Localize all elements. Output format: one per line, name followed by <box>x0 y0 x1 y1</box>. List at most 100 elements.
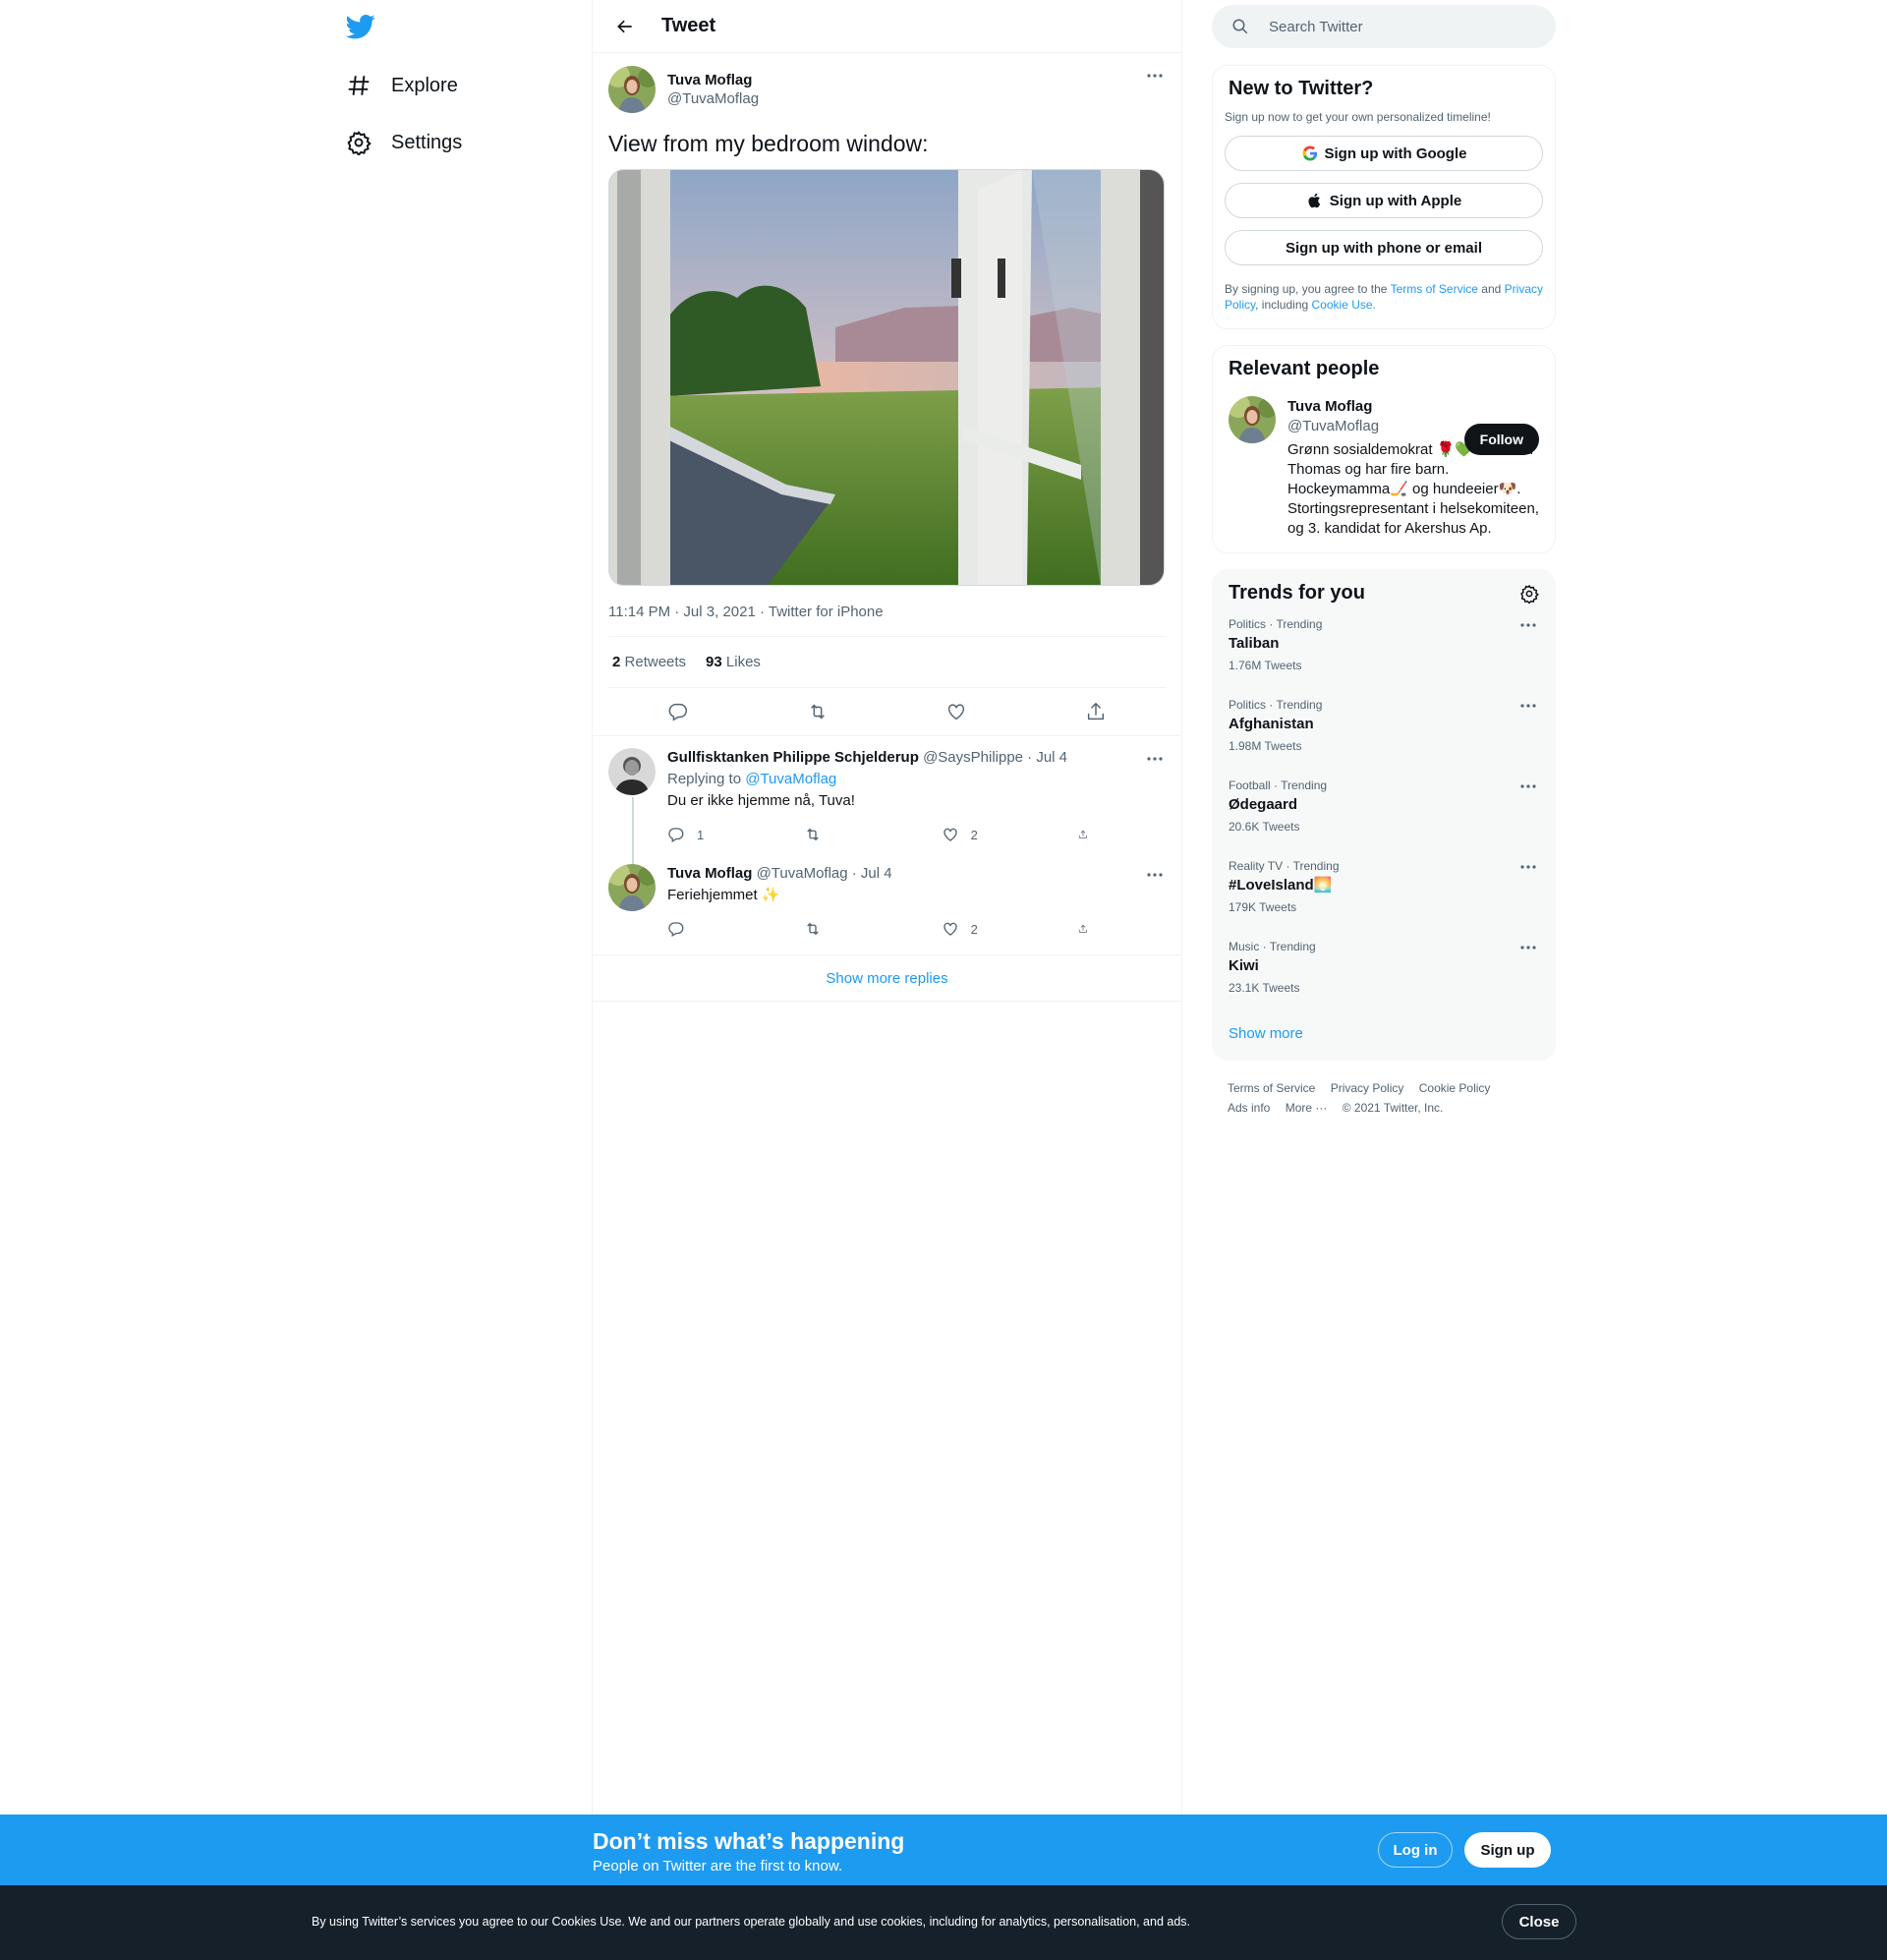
more-options-icon[interactable] <box>1144 748 1166 770</box>
gear-icon[interactable] <box>1519 584 1539 604</box>
cookie-banner-text: By using Twitter’s services you agree to… <box>312 1915 1191 1929</box>
reply-tweet[interactable]: Tuva Moflag @TuvaMoflag · Jul 4 Feriehje… <box>593 850 1181 945</box>
avatar[interactable] <box>608 864 656 911</box>
author-name[interactable]: Tuva Moflag <box>667 72 759 88</box>
reply-icon <box>668 922 684 937</box>
avatar[interactable] <box>608 66 656 113</box>
reply-author-name[interactable]: Tuva Moflag <box>667 865 752 882</box>
trend-name: Kiwi <box>1229 957 1259 974</box>
likes-stat[interactable]: 93 Likes <box>706 654 761 670</box>
retweet-button[interactable] <box>804 826 883 843</box>
signup-google-button[interactable]: Sign up with Google <box>1225 136 1543 171</box>
close-button[interactable]: Close <box>1502 1904 1576 1939</box>
trend-count: 23.1K Tweets <box>1229 981 1300 995</box>
share-icon <box>1079 924 1087 933</box>
footer-privacy-link[interactable]: Privacy Policy <box>1331 1081 1404 1095</box>
tweet-meta: 11:14 PM · Jul 3, 2021 · Twitter for iPh… <box>608 604 1166 637</box>
signup-legal-text: By signing up, you agree to the Terms of… <box>1213 265 1555 328</box>
more-options-icon[interactable] <box>1519 945 1537 951</box>
trend-item[interactable]: Music · Trending Kiwi 23.1K Tweets <box>1213 927 1555 1008</box>
relevant-person[interactable]: Tuva Moflag @TuvaMoflag Grønn sosialdemo… <box>1213 380 1555 552</box>
footer-links: Terms of Service Privacy Policy Cookie P… <box>1212 1061 1556 1118</box>
trend-category: Politics · Trending <box>1229 698 1323 712</box>
trend-name: Afghanistan <box>1229 716 1314 732</box>
trend-item[interactable]: Politics · Trending Taliban 1.76M Tweets <box>1213 605 1555 685</box>
retweets-stat[interactable]: 2 Retweets <box>612 654 686 670</box>
retweet-icon <box>807 922 820 936</box>
more-options-icon[interactable] <box>1144 864 1166 886</box>
search-input[interactable]: Search Twitter <box>1269 19 1363 35</box>
show-more-trends-link[interactable]: Show more <box>1213 1008 1555 1060</box>
right-sidebar: Search Twitter New to Twitter? Sign up n… <box>1212 0 1556 1118</box>
relevant-people-card: Relevant people Tuva Moflag @TuvaMoflag … <box>1212 345 1556 553</box>
trend-name: Ødegaard <box>1229 796 1298 813</box>
share-button[interactable] <box>1078 920 1100 938</box>
search-bar[interactable]: Search Twitter <box>1212 5 1556 48</box>
avatar[interactable] <box>1229 396 1276 443</box>
twitter-logo-icon[interactable] <box>345 12 375 41</box>
cookie-use-link[interactable]: Cookie Use. <box>1312 298 1376 312</box>
tweet-text: View from my bedroom window: <box>608 131 929 156</box>
page-title: Tweet <box>661 15 716 36</box>
person-name[interactable]: Tuva Moflag <box>1287 398 1539 415</box>
reply-handle-date[interactable]: @SaysPhilippe · Jul 4 <box>923 749 1067 766</box>
terms-of-service-link[interactable]: Terms of Service <box>1391 282 1478 296</box>
apple-icon <box>1308 193 1320 208</box>
new-to-twitter-card: New to Twitter? Sign up now to get your … <box>1212 65 1556 329</box>
signup-apple-button[interactable]: Sign up with Apple <box>1225 183 1543 218</box>
avatar[interactable] <box>608 748 656 795</box>
hashtag-icon <box>348 76 370 95</box>
signup-google-label: Sign up with Google <box>1324 144 1467 162</box>
legal-text-2: and <box>1481 282 1502 296</box>
footer-cookie-link[interactable]: Cookie Policy <box>1419 1081 1491 1095</box>
more-options-icon[interactable] <box>1519 783 1537 789</box>
signup-promo-bar: Don’t miss what’s happening People on Tw… <box>0 1815 1887 1885</box>
nav-settings-label: Settings <box>391 131 463 153</box>
retweet-icon[interactable] <box>807 701 829 722</box>
share-button[interactable] <box>1078 826 1100 843</box>
reply-tweet[interactable]: Gullfisktanken Philippe Schjelderup @Say… <box>593 736 1181 876</box>
more-options-icon[interactable] <box>1519 622 1537 628</box>
like-button[interactable]: 2 <box>942 920 1020 938</box>
trend-category: Politics · Trending <box>1229 617 1323 631</box>
reply-handle-date[interactable]: @TuvaMoflag · Jul 4 <box>757 865 892 882</box>
likes-label: Likes <box>725 654 761 670</box>
tweet-photo[interactable] <box>608 169 1165 586</box>
back-button[interactable] <box>608 10 642 43</box>
footer-ads-info-link[interactable]: Ads info <box>1228 1101 1270 1115</box>
tweet-actions <box>608 688 1166 735</box>
nav-explore[interactable]: Explore <box>346 62 458 109</box>
nav-settings[interactable]: Settings <box>346 119 462 166</box>
share-icon[interactable] <box>1085 701 1107 722</box>
more-options-icon[interactable] <box>1519 703 1537 709</box>
signup-button[interactable]: Sign up <box>1464 1832 1551 1868</box>
page-header: Tweet <box>593 0 1181 53</box>
reply-text: Du er ikke hjemme nå, Tuva! <box>667 792 855 809</box>
more-options-icon[interactable] <box>1519 864 1537 870</box>
like-icon[interactable] <box>945 701 967 722</box>
arrow-left-icon <box>617 20 632 32</box>
footer-more-link[interactable]: More ··· <box>1286 1101 1328 1115</box>
footer-terms-link[interactable]: Terms of Service <box>1228 1081 1315 1095</box>
trend-count: 179K Tweets <box>1229 900 1297 914</box>
replying-to-link[interactable]: @TuvaMoflag <box>745 771 836 787</box>
retweet-button[interactable] <box>804 920 883 938</box>
reply-button[interactable]: 1 <box>667 826 746 843</box>
show-more-replies-button[interactable]: Show more replies <box>593 954 1181 1002</box>
trend-category: Football · Trending <box>1229 778 1328 792</box>
trend-item[interactable]: Reality TV · Trending #LoveIsland🌅 179K … <box>1213 846 1555 927</box>
card-title: New to Twitter? <box>1229 78 1374 99</box>
reply-button[interactable] <box>667 920 746 938</box>
like-icon <box>943 922 957 936</box>
like-button[interactable]: 2 <box>942 826 1020 843</box>
trend-item[interactable]: Football · Trending Ødegaard 20.6K Tweet… <box>1213 766 1555 846</box>
trend-item[interactable]: Politics · Trending Afghanistan 1.98M Tw… <box>1213 685 1555 766</box>
reply-icon[interactable] <box>667 701 689 722</box>
author-handle[interactable]: @TuvaMoflag <box>667 90 759 107</box>
login-button[interactable]: Log in <box>1378 1832 1453 1868</box>
more-options-icon[interactable] <box>1144 65 1166 86</box>
promo-title: Don’t miss what’s happening <box>593 1828 905 1854</box>
reply-author-name[interactable]: Gullfisktanken Philippe Schjelderup <box>667 749 919 766</box>
signup-phone-email-button[interactable]: Sign up with phone or email <box>1225 230 1543 265</box>
follow-button[interactable]: Follow <box>1463 424 1539 455</box>
